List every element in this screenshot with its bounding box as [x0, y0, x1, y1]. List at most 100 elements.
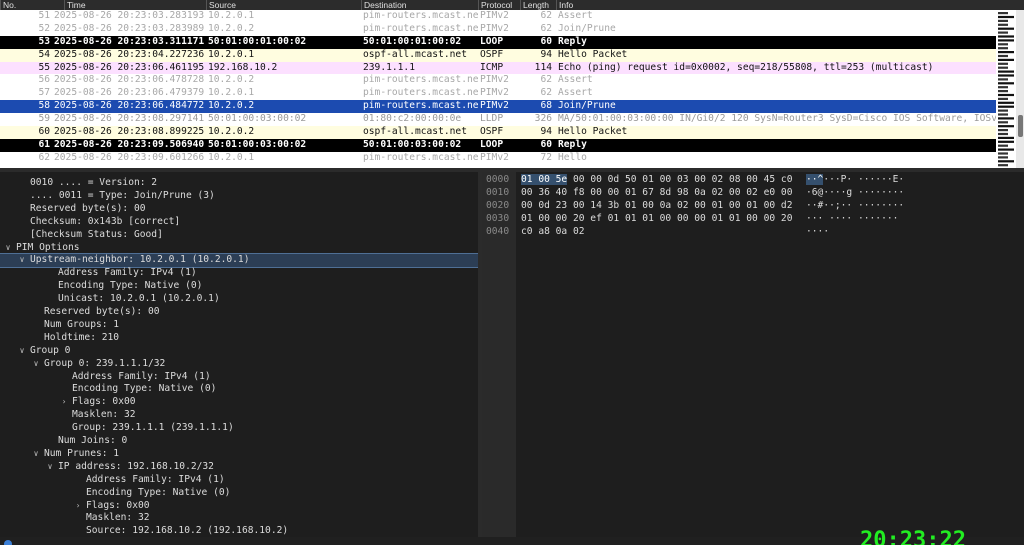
minimap-stripe — [998, 117, 1014, 120]
detail-tree-item[interactable]: Address Family: IPv4 (1) — [0, 474, 478, 487]
ascii-bytes[interactable]: ···· — [806, 226, 829, 239]
minimap-stripe — [998, 35, 1014, 38]
chevron-right-icon[interactable]: › — [73, 500, 83, 513]
detail-tree-item[interactable]: Group: 239.1.1.1 (239.1.1.1) — [0, 422, 478, 435]
detail-tree-item[interactable]: Encoding Type: Native (0) — [0, 280, 478, 293]
minimap-stripe — [998, 27, 1014, 30]
ascii-bytes[interactable]: ··#··;·· ········ — [806, 200, 904, 213]
col-no[interactable]: No. — [0, 0, 64, 10]
packet-row[interactable]: 52 2025-08-26 20:23:03.283989 10.2.0.2 pim-… — [0, 22, 996, 36]
packet-minimap[interactable] — [996, 10, 1016, 168]
minimap-stripe — [998, 58, 1014, 61]
packet-bytes-pane[interactable]: 0000 01 00 5e 00 00 0d 50 01 00 03 00 02 … — [482, 172, 1024, 537]
detail-tree-item[interactable]: Encoding Type: Native (0) — [0, 383, 478, 396]
hex-bytes[interactable]: 00 36 40 f8 00 00 01 67 8d 98 0a 02 00 0… — [521, 187, 792, 200]
detail-tree-item[interactable]: Num Joins: 0 — [0, 435, 478, 448]
detail-tree-item[interactable]: ∨ IP address: 192.168.10.2/32 — [0, 461, 478, 474]
minimap-stripe — [998, 15, 1014, 19]
detail-tree-label: IP address: 192.168.10.2/32 — [58, 460, 214, 472]
detail-tree-item[interactable]: ∨ Group 0: 239.1.1.1/32 — [0, 358, 478, 371]
col-time[interactable]: Time — [64, 0, 206, 10]
packet-source: 10.2.0.2 — [208, 126, 255, 138]
chevron-down-icon[interactable]: ∨ — [45, 461, 55, 474]
packet-time: 2025-08-26 20:23:06.484772 — [54, 100, 205, 112]
hex-bytes[interactable]: 00 0d 23 00 14 3b 01 00 0a 02 00 01 00 0… — [521, 200, 792, 213]
packet-row[interactable]: 57 2025-08-26 20:23:06.479379 10.2.0.1 pim-… — [0, 87, 996, 101]
col-protocol[interactable]: Protocol — [478, 0, 520, 10]
packet-list-scrollbar[interactable] — [1016, 10, 1024, 168]
ascii-bytes[interactable]: ··^···P· ······E· — [806, 174, 904, 187]
detail-tree-item[interactable]: Num Groups: 1 — [0, 319, 478, 332]
hex-bytes[interactable]: 01 00 00 20 ef 01 01 01 00 00 00 01 01 0… — [521, 213, 792, 226]
packet-protocol: LLDP — [480, 113, 504, 125]
detail-tree-item[interactable]: › Flags: 0x00 — [0, 500, 478, 513]
packet-source: 10.2.0.1 — [208, 87, 255, 99]
packet-row[interactable]: 60 2025-08-26 20:23:08.899225 10.2.0.2 ospf… — [0, 126, 996, 139]
detail-tree-item[interactable]: ∨ Group 0 — [0, 345, 478, 358]
packet-list[interactable]: No. Time Source Destination Protocol Len… — [0, 0, 1024, 168]
minimap-stripe — [998, 54, 1008, 58]
capture-status-icon[interactable] — [4, 540, 12, 545]
col-destination[interactable]: Destination — [361, 0, 478, 10]
packet-row[interactable]: 56 2025-08-26 20:23:06.478728 10.2.0.2 pim-… — [0, 74, 996, 88]
packet-row[interactable]: 58 2025-08-26 20:23:06.484772 10.2.0.2 pim-… — [0, 100, 996, 114]
detail-tree-item[interactable]: Holdtime: 210 — [0, 332, 478, 345]
packet-protocol: OSPF — [480, 126, 504, 138]
detail-tree-item[interactable]: Checksum: 0x143b [correct] — [0, 216, 478, 229]
detail-tree-item[interactable]: Masklen: 32 — [0, 409, 478, 422]
packet-details-tree[interactable]: 0010 .... = Version: 2 .... 0011 = Type: … — [0, 172, 478, 537]
detail-tree-item[interactable]: Source: 192.168.10.2 (192.168.10.2) — [0, 525, 478, 537]
packet-row[interactable]: 54 2025-08-26 20:23:04.227236 10.2.0.1 ospf… — [0, 48, 996, 62]
packet-source: 50:01:00:03:00:02 — [208, 113, 307, 125]
detail-tree-item[interactable]: ∨ Num Prunes: 1 — [0, 448, 478, 461]
ascii-bytes[interactable]: ·6@····g ········ — [806, 187, 904, 200]
chevron-down-icon[interactable]: ∨ — [31, 448, 41, 461]
packet-row[interactable]: 53 2025-08-26 20:23:03.311171 50:01:00:01:… — [0, 35, 996, 49]
detail-tree-item[interactable]: Reserved byte(s): 00 — [0, 306, 478, 319]
packet-row[interactable]: 55 2025-08-26 20:23:06.461195 192.168.10.2… — [0, 61, 996, 75]
detail-tree-item[interactable]: Masklen: 32 — [0, 512, 478, 525]
packet-row[interactable]: 62 2025-08-26 20:23:09.601266 10.2.0.1 pim-… — [0, 151, 996, 165]
detail-tree-item[interactable]: Address Family: IPv4 (1) — [0, 267, 478, 280]
packet-destination: pim-routers.mcast.net — [363, 74, 478, 86]
packet-destination: 50:01:00:03:00:02 — [363, 138, 462, 150]
packet-row[interactable]: 59 2025-08-26 20:23:08.297141 50:01:00:03:… — [0, 113, 998, 127]
detail-tree-item[interactable]: .... 0011 = Type: Join/Prune (3) — [0, 190, 478, 203]
packet-source: 10.2.0.1 — [208, 48, 255, 60]
detail-tree-item[interactable]: ∨ Upstream-neighbor: 10.2.0.1 (10.2.0.1) — [0, 253, 478, 269]
detail-tree-item[interactable]: Unicast: 10.2.0.1 (10.2.0.1) — [0, 293, 478, 306]
detail-tree-label: Encoding Type: Native (0) — [58, 280, 203, 292]
detail-tree-item[interactable]: › Flags: 0x00 — [0, 396, 478, 409]
hex-bytes[interactable]: c0 a8 0a 02 — [521, 226, 585, 239]
detail-tree-label: Num Groups: 1 — [44, 318, 120, 330]
packet-source: 192.168.10.2 — [208, 61, 278, 73]
chevron-down-icon[interactable]: ∨ — [17, 254, 27, 267]
chevron-down-icon[interactable]: ∨ — [3, 242, 13, 255]
ascii-text: ···P· ······E· — [823, 174, 905, 185]
detail-tree-item[interactable]: Reserved byte(s): 00 — [0, 203, 478, 216]
minimap-graphic — [996, 10, 1016, 168]
chevron-down-icon[interactable]: ∨ — [31, 358, 41, 371]
ascii-bytes[interactable]: ··· ···· ······· — [806, 213, 898, 226]
detail-tree-item[interactable]: ∨ PIM Options — [0, 242, 478, 255]
detail-tree-item[interactable]: Address Family: IPv4 (1) — [0, 371, 478, 384]
packet-destination: pim-routers.mcast.net — [363, 151, 478, 163]
packet-no: 53 — [38, 35, 50, 47]
minimap-stripe — [998, 160, 1014, 163]
detail-tree-item[interactable]: 0010 .... = Version: 2 — [0, 177, 478, 190]
chevron-right-icon[interactable]: › — [59, 396, 69, 409]
packet-list-scroll-thumb[interactable] — [1018, 115, 1023, 137]
minimap-stripe — [998, 152, 1008, 155]
minimap-stripe — [998, 62, 1008, 65]
detail-tree-item[interactable]: Encoding Type: Native (0) — [0, 487, 478, 500]
detail-tree-item[interactable]: [Checksum Status: Good] — [0, 229, 478, 242]
col-info[interactable]: Info — [556, 0, 1024, 10]
col-source[interactable]: Source — [206, 0, 361, 10]
chevron-down-icon[interactable]: ∨ — [17, 345, 27, 358]
packet-row[interactable]: 61 2025-08-26 20:23:09.506940 50:01:00:03:… — [0, 138, 996, 152]
packet-row[interactable]: 51 2025-08-26 20:23:03.283193 10.2.0.1 pim-… — [0, 10, 996, 23]
hex-bytes[interactable]: 01 00 5e 00 00 0d 50 01 00 03 00 02 08 0… — [521, 174, 792, 187]
col-length[interactable]: Length — [520, 0, 556, 10]
clock-overlay: 20:23:22 — [860, 530, 966, 545]
detail-tree-label: 0010 .... = Version: 2 — [30, 177, 158, 188]
